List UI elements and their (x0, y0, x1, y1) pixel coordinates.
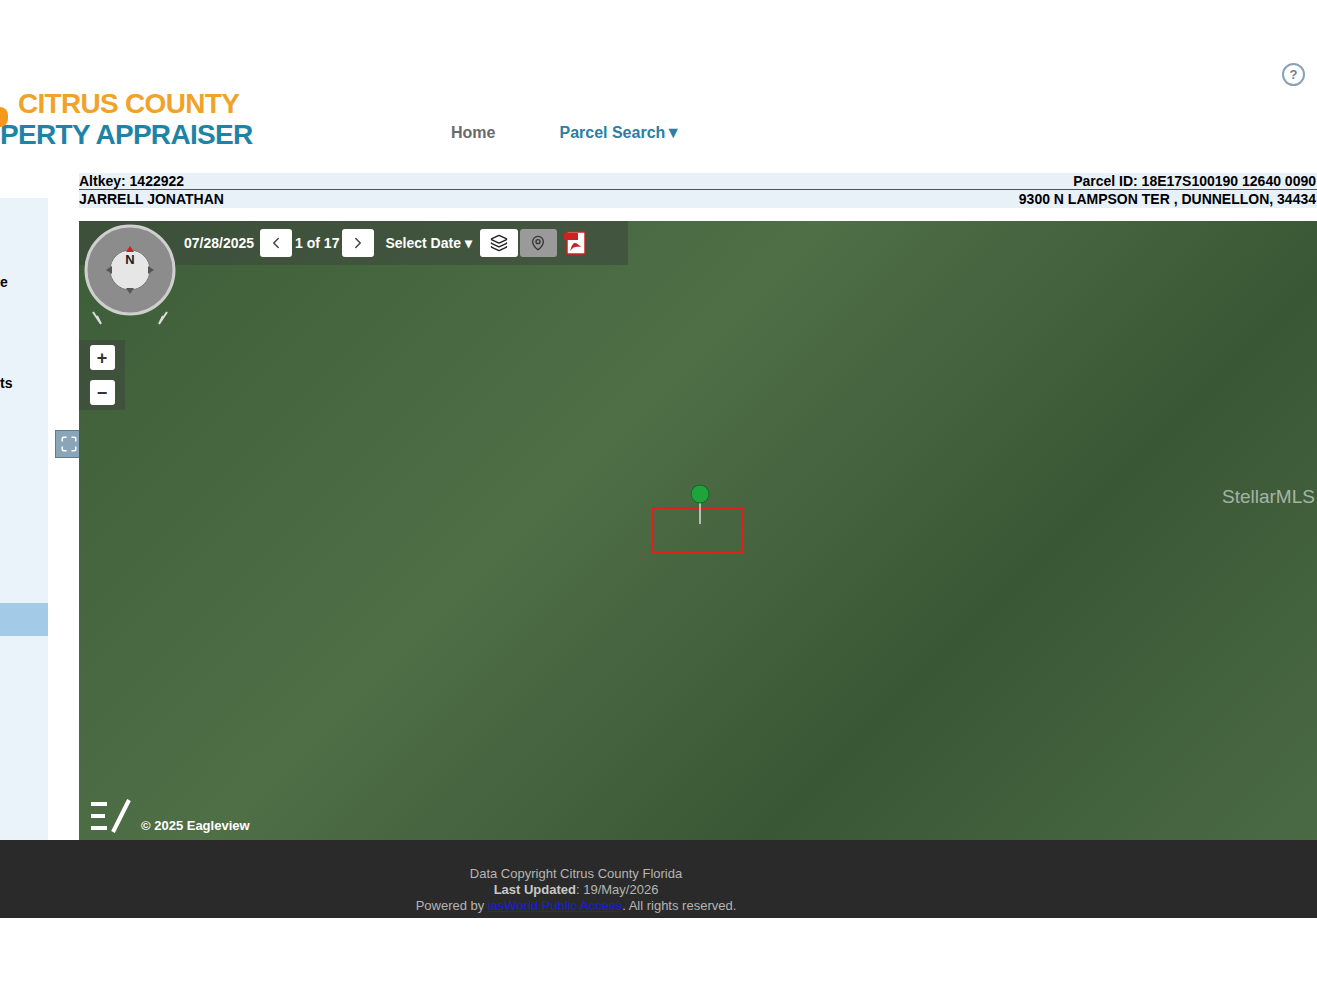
owner: JARRELL JONATHAN (79, 189, 224, 210)
parcel-outline (652, 507, 743, 554)
zoom-in-button[interactable]: + (90, 345, 115, 370)
location-pin-icon[interactable] (690, 484, 710, 524)
owner-row: JARRELL JONATHAN 9300 N LAMPSON TER , DUN… (79, 190, 1317, 208)
chevron-left-icon (267, 234, 285, 252)
svg-text:N: N (125, 252, 134, 267)
layers-icon (490, 234, 508, 252)
footer-link[interactable]: iasWorld Public Access (488, 898, 622, 913)
help-icon[interactable]: ? (1282, 63, 1305, 86)
header: ? CITRUS COUNTYPERTY APPRAISER Home Parcel … (0, 0, 1317, 173)
nav-item[interactable]: Home (451, 121, 495, 145)
map[interactable]: 07/28/20251 of 17Select Date ▾N+−Stellar… (79, 221, 1317, 840)
sidebar-item[interactable]: e (0, 273, 48, 291)
parcel-row: Altkey: 1422922 Parcel ID: 18E17S100190 1… (79, 173, 1317, 190)
parcel-id: Parcel ID: 18E17S100190 12640 0090 (1073, 171, 1317, 192)
watermark: StellarMLS (1222, 483, 1315, 512)
footer-powered: Powered by iasWorld Public Access. All r… (416, 898, 737, 914)
credit: © 2025 Eagleview (141, 816, 250, 836)
logo-bottom-text: PERTY APPRAISER (0, 119, 300, 151)
pin-button[interactable] (520, 229, 557, 257)
page-count: 1 of 17 (295, 233, 339, 254)
compass[interactable]: N (83, 224, 177, 332)
sidebar-item[interactable]: ts (0, 374, 48, 392)
nav: Home Parcel Search▼ (451, 121, 681, 145)
sidebar-item[interactable] (0, 603, 48, 636)
prev-button[interactable] (260, 229, 292, 257)
page: ? CITRUS COUNTYPERTY APPRAISER Home Parcel … (0, 0, 1317, 987)
date: 07/28/2025 (184, 233, 254, 254)
footer-copyright: Data Copyright Citrus County Florida (470, 866, 682, 882)
layers-button[interactable] (480, 229, 518, 257)
nav-item[interactable]: Parcel Search▼ (559, 121, 681, 145)
pdf-icon[interactable] (561, 229, 589, 257)
select-date[interactable]: Select Date ▾ (385, 233, 471, 254)
parcel-header: Altkey: 1422922 Parcel ID: 18E17S100190 1… (79, 173, 1317, 208)
content: Altkey: 1422922 Parcel ID: 18E17S100190 1… (79, 173, 1317, 840)
zoom-panel: +− (79, 340, 125, 410)
footer-updated: Last Updated: 19/May/2026 (494, 882, 659, 898)
altkey: Altkey: 1422922 (79, 171, 184, 192)
logo[interactable]: CITRUS COUNTYPERTY APPRAISER (0, 89, 300, 151)
eagleview-logo-icon (89, 798, 133, 834)
pin-icon (530, 235, 546, 251)
footer: Data Copyright Citrus County FloridaLast… (0, 840, 1317, 918)
chevron-right-icon (349, 234, 367, 252)
fullscreen-icon (60, 435, 78, 453)
zoom-out-button[interactable]: − (90, 380, 115, 405)
main: e ts Altkey: 1422922 Parcel ID: 18E17S10019… (0, 173, 1317, 840)
sidebar: e ts (0, 198, 48, 840)
next-button[interactable] (342, 229, 374, 257)
logo-top-text: CITRUS COUNTY (18, 89, 300, 119)
address: 9300 N LAMPSON TER , DUNNELLON, 34434 (1019, 189, 1317, 210)
